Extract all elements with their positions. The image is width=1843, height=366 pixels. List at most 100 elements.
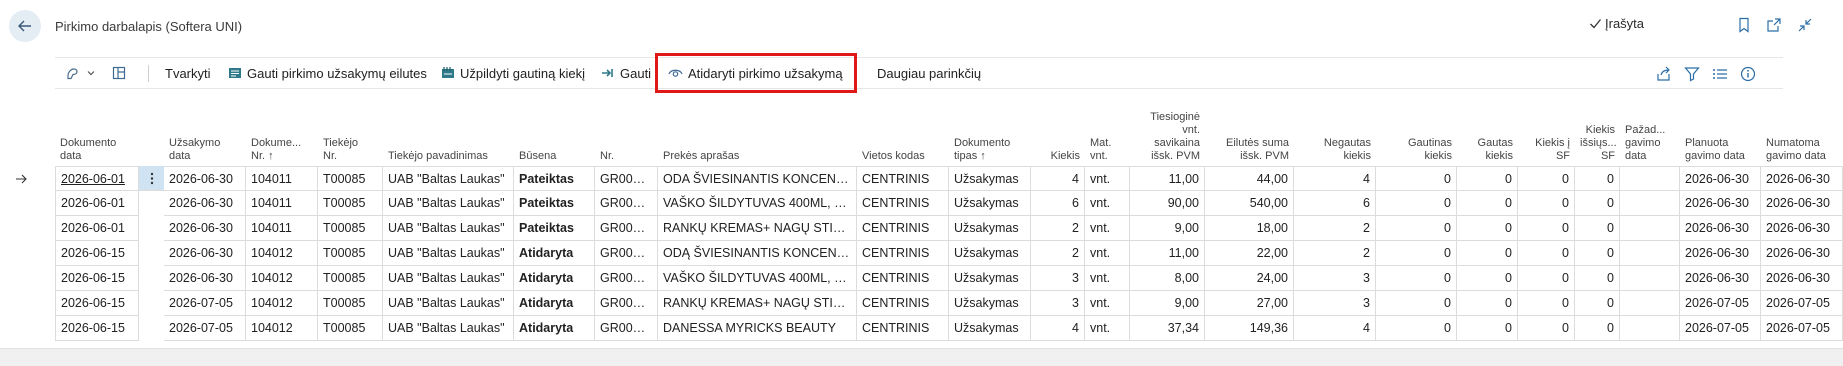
column-header-line: Planuota	[1685, 137, 1729, 149]
edit-button[interactable]: Tvarkyti	[165, 58, 211, 88]
column-header-expected-receipt-date[interactable]: Numatoma gavimo data	[1761, 137, 1843, 166]
checkmark-icon	[1590, 19, 1602, 29]
cell-document-date[interactable]: 2026-06-01	[55, 191, 139, 216]
cell-vendor-name[interactable]: UAB "Baltas Laukas"	[383, 266, 514, 291]
column-header-document-type[interactable]: Dokumento tipas ↑	[949, 137, 1031, 166]
cell-qty-to-receive[interactable]: 0	[1376, 291, 1457, 316]
cell-line-amount: 27,00	[1205, 291, 1294, 316]
column-header-vendor-no[interactable]: Tiekėjo Nr.	[318, 137, 383, 166]
column-header-outstanding-qty[interactable]: Negautas kiekis	[1294, 137, 1376, 166]
copilot-menu-button[interactable]	[65, 58, 96, 88]
collapse-icon[interactable]	[1796, 16, 1814, 34]
cell-quantity: 4	[1031, 316, 1085, 341]
column-header-item-no[interactable]: Nr.	[595, 150, 658, 166]
open-new-window-icon[interactable]	[1765, 16, 1783, 34]
get-order-lines-label: Gauti pirkimo užsakymų eilutes	[247, 65, 427, 81]
column-header-document-date[interactable]: Dokumento data	[55, 137, 139, 166]
cell-document-date[interactable]: 2026-06-01	[55, 216, 139, 241]
cell-item-no[interactable]: GR00004	[595, 191, 658, 216]
cell-expected-receipt-date: 2026-06-30	[1761, 191, 1843, 216]
cell-document-date[interactable]: 2026-06-15	[55, 266, 139, 291]
column-header-promised-receipt-date[interactable]: Pažad... gavimo data	[1620, 124, 1680, 166]
cell-item-no[interactable]: GR00003	[595, 241, 658, 266]
cell-unit-of-measure: vnt.	[1085, 216, 1130, 241]
column-header-quantity[interactable]: Kiekis	[1031, 150, 1085, 166]
cell-outstanding-qty: 3	[1294, 266, 1376, 291]
cell-vendor-name[interactable]: UAB "Baltas Laukas"	[383, 241, 514, 266]
cell-vendor-name[interactable]: UAB "Baltas Laukas"	[383, 191, 514, 216]
fill-received-qty-button[interactable]: Užpildyti gautiną kiekį	[441, 58, 585, 88]
column-header-qty-to-invoice[interactable]: Kiekis į SF	[1518, 137, 1575, 166]
column-header-unit-of-measure[interactable]: Mat. vnt.	[1085, 137, 1130, 166]
filter-icon[interactable]	[1683, 65, 1701, 83]
info-icon[interactable]	[1739, 65, 1757, 83]
column-header-status[interactable]: Būsena	[514, 150, 595, 166]
cell-item-no[interactable]: GR00006	[595, 316, 658, 341]
column-header-qty-to-receive[interactable]: Gautinas kiekis	[1376, 137, 1457, 166]
table-row[interactable]: 2026-06-15 2026-07-05 104012 T00085 UAB "Bal…	[0, 291, 1843, 316]
cell-document-date[interactable]: 2026-06-15	[55, 241, 139, 266]
cell-vendor-name[interactable]: UAB "Baltas Laukas"	[383, 166, 514, 191]
cell-item-no[interactable]: GR00005	[595, 291, 658, 316]
table-row[interactable]: 2026-06-01 2026-06-30 104011 T00085 UAB "Bal…	[0, 166, 1843, 191]
cell-document-no: 104012	[246, 266, 318, 291]
cell-vendor-name[interactable]: UAB "Baltas Laukas"	[383, 216, 514, 241]
back-button[interactable]	[9, 10, 41, 42]
column-header-direct-unit-cost[interactable]: Tiesioginė vnt. savikaina išsk. PVM	[1130, 111, 1205, 166]
share-icon[interactable]	[1655, 65, 1673, 83]
cell-planned-receipt-date: 2026-06-30	[1680, 191, 1761, 216]
cell-document-date[interactable]: 2026-06-15	[55, 291, 139, 316]
cell-document-type: Užsakymas	[949, 216, 1031, 241]
cell-qty-received: 0	[1457, 266, 1518, 291]
cell-item-no[interactable]: GR00004	[595, 266, 658, 291]
cell-item-no[interactable]: GR00003	[595, 166, 658, 191]
column-header-line: savikaina	[1154, 137, 1200, 149]
more-options-button[interactable]: Daugiau parinkčių	[877, 58, 981, 88]
get-button[interactable]: Gauti	[601, 58, 651, 88]
table-row[interactable]: 2026-06-15 2026-06-30 104012 T00085 UAB "Bal…	[0, 266, 1843, 291]
table-row[interactable]: 2026-06-15 2026-07-05 104012 T00085 UAB "Bal…	[0, 316, 1843, 341]
list-view-icon[interactable]	[1711, 65, 1729, 83]
column-header-planned-receipt-date[interactable]: Planuota gavimo data	[1680, 137, 1761, 166]
cell-expected-receipt-date: 2026-06-30	[1761, 241, 1843, 266]
table-row[interactable]: 2026-06-01 2026-06-30 104011 T00085 UAB "Bal…	[0, 191, 1843, 216]
cell-qty-to-receive[interactable]: 0	[1376, 191, 1457, 216]
cell-qty-to-receive[interactable]: 0	[1376, 266, 1457, 291]
cell-document-date[interactable]: 2026-06-15	[55, 316, 139, 341]
table-row[interactable]: 2026-06-01 2026-06-30 104011 T00085 UAB "Bal…	[0, 216, 1843, 241]
get-order-lines-button[interactable]: Gauti pirkimo užsakymų eilutes	[228, 58, 427, 88]
horizontal-scrollbar[interactable]	[0, 348, 1843, 366]
cell-location-code: CENTRINIS	[857, 166, 949, 191]
column-header-item-description[interactable]: Prekės aprašas	[658, 150, 857, 166]
layout-icon	[112, 66, 126, 80]
column-header-order-date[interactable]: Užsakymo data	[164, 137, 246, 166]
cell-qty-received: 0	[1457, 191, 1518, 216]
column-header-qty-invoiced[interactable]: Kiekis išsiųs... SF	[1575, 124, 1620, 166]
cell-planned-receipt-date: 2026-07-05	[1680, 291, 1761, 316]
column-header-line: išsk. PVM	[1240, 150, 1289, 162]
cell-qty-to-receive[interactable]: 0	[1376, 241, 1457, 266]
chevron-down-icon	[87, 71, 95, 76]
cell-qty-to-receive[interactable]: 0	[1376, 316, 1457, 341]
column-header-vendor-name[interactable]: Tiekėjo pavadinimas	[383, 150, 514, 166]
cell-qty-to-receive[interactable]: 0	[1376, 216, 1457, 241]
column-header-line: Pažad...	[1625, 124, 1666, 136]
column-header-qty-received[interactable]: Gautas kiekis	[1457, 137, 1518, 166]
bookmark-icon[interactable]	[1735, 16, 1753, 34]
column-header-line-amount[interactable]: Eilutės suma išsk. PVM	[1205, 137, 1294, 166]
cell-qty-to-receive[interactable]: 0	[1376, 166, 1457, 191]
cell-qty-received: 0	[1457, 316, 1518, 341]
cell-vendor-name[interactable]: UAB "Baltas Laukas"	[383, 316, 514, 341]
cell-vendor-name[interactable]: UAB "Baltas Laukas"	[383, 291, 514, 316]
layout-button[interactable]	[112, 58, 126, 88]
cell-qty-invoiced: 0	[1575, 291, 1620, 316]
cell-document-date[interactable]: 2026-06-01	[55, 166, 139, 191]
cell-unit-of-measure: vnt.	[1085, 266, 1130, 291]
column-header-document-no[interactable]: Dokume... Nr. ↑	[246, 137, 318, 166]
cell-line-amount: 540,00	[1205, 191, 1294, 216]
row-actions-menu-button[interactable]	[139, 166, 164, 191]
table-row[interactable]: 2026-06-15 2026-06-30 104012 T00085 UAB "Bal…	[0, 241, 1843, 266]
column-header-location-code[interactable]: Vietos kodas	[857, 150, 949, 166]
cell-item-no[interactable]: GR00005	[595, 216, 658, 241]
cell-outstanding-qty: 2	[1294, 216, 1376, 241]
